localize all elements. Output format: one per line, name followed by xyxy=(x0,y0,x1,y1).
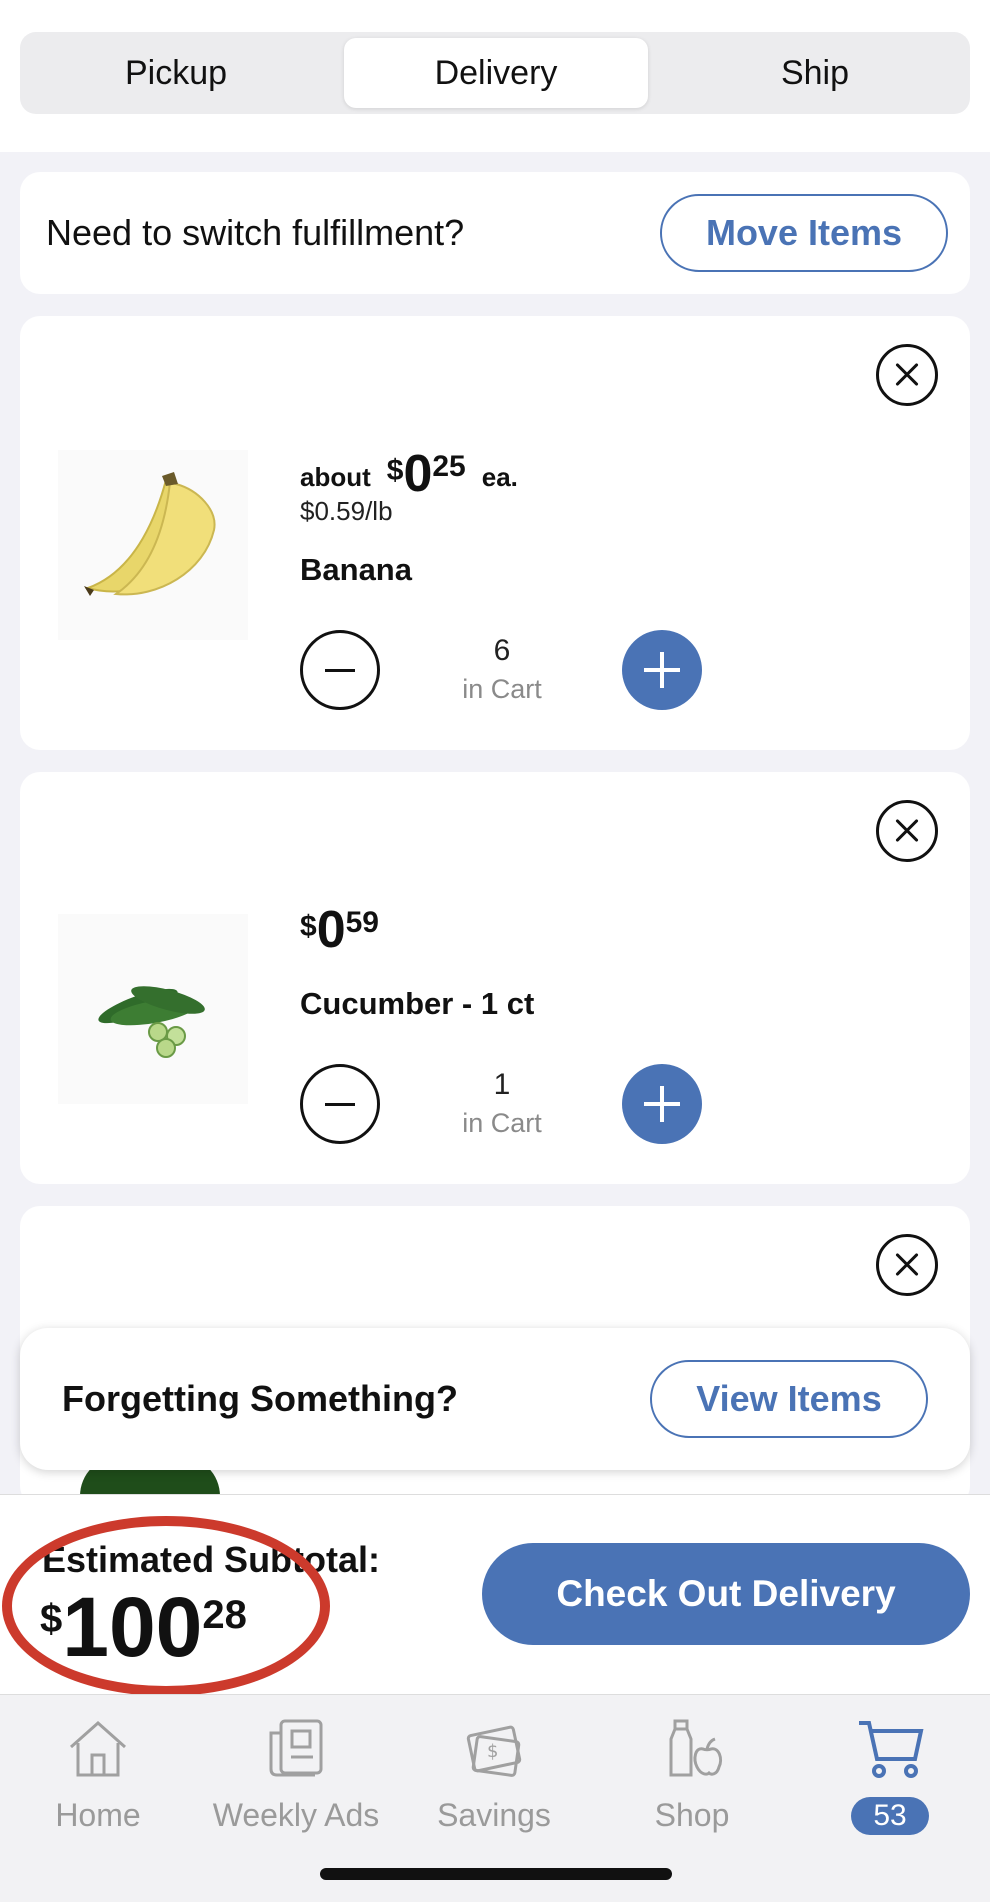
nav-home[interactable]: Home xyxy=(3,1705,193,1835)
svg-text:$: $ xyxy=(487,1741,498,1762)
price-suffix: ea. xyxy=(481,462,518,492)
nav-label: Weekly Ads xyxy=(212,1797,380,1833)
nav-label: Shop xyxy=(654,1797,730,1833)
cucumber-image xyxy=(58,914,248,1104)
view-items-button[interactable]: View Items xyxy=(650,1360,928,1438)
weekly-ads-icon xyxy=(269,1719,323,1777)
tab-delivery[interactable]: Delivery xyxy=(344,38,648,108)
increase-quantity-button[interactable] xyxy=(622,1064,702,1144)
home-icon xyxy=(70,1720,126,1777)
home-indicator xyxy=(320,1868,672,1880)
quantity-value: 6 xyxy=(493,634,511,667)
price-currency: $ xyxy=(386,454,404,487)
tab-ship[interactable]: Ship xyxy=(666,38,964,108)
fulfillment-segmented-control: Pickup Delivery Ship xyxy=(20,32,970,114)
unit-price: $0.59/lb xyxy=(300,496,393,526)
item-price: about $ 0 25 ea. xyxy=(300,448,518,500)
quantity-value: 1 xyxy=(493,1068,511,1101)
nav-savings[interactable]: $ Savings xyxy=(399,1705,589,1835)
increase-quantity-button[interactable] xyxy=(622,630,702,710)
forgetting-something-banner: Forgetting Something? View Items xyxy=(20,1328,970,1470)
quantity-label: in Cart xyxy=(462,674,542,704)
switch-fulfillment-prompt: Need to switch fulfillment? xyxy=(46,212,465,253)
move-items-button[interactable]: Move Items xyxy=(660,194,948,272)
nav-cart[interactable]: 53 xyxy=(795,1705,985,1835)
forgetting-something-text: Forgetting Something? xyxy=(62,1378,458,1419)
item-price: $ 0 59 xyxy=(300,904,379,956)
price-currency: $ xyxy=(300,910,317,943)
remove-item-close-icon[interactable] xyxy=(876,1234,938,1296)
nav-label: Home xyxy=(55,1797,141,1833)
nav-shop[interactable]: Shop xyxy=(597,1705,787,1835)
price-prefix: about xyxy=(300,462,371,492)
price-dollars: 0 xyxy=(403,445,433,503)
quantity-label: in Cart xyxy=(462,1108,542,1138)
nav-label: Savings xyxy=(437,1797,551,1833)
cart-icon xyxy=(859,1721,924,1778)
product-name: Banana xyxy=(300,552,412,587)
product-name: Cucumber - 1 ct xyxy=(300,986,535,1021)
fulfillment-header: Pickup Delivery Ship xyxy=(0,0,990,152)
savings-icon: $ xyxy=(466,1725,522,1777)
check-out-delivery-button[interactable]: Check Out Delivery xyxy=(482,1543,970,1645)
decrease-quantity-button[interactable] xyxy=(300,630,380,710)
cart-item-card: about $ 0 25 ea. $0.59/lb Banana 6 in Ca… xyxy=(20,316,970,750)
switch-fulfillment-card: Need to switch fulfillment? Move Items xyxy=(20,172,970,294)
nav-weekly-ads[interactable]: Weekly Ads xyxy=(201,1705,391,1835)
decrease-quantity-button[interactable] xyxy=(300,1064,380,1144)
banana-image xyxy=(58,450,248,640)
cart-item-card: $ 0 59 Cucumber - 1 ct 1 in Cart xyxy=(20,772,970,1184)
price-dollars: 0 xyxy=(316,901,346,959)
remove-item-close-icon[interactable] xyxy=(876,344,938,406)
cart-count-badge: 53 xyxy=(851,1797,929,1835)
shop-icon xyxy=(669,1719,723,1777)
tab-pickup[interactable]: Pickup xyxy=(26,38,326,108)
price-cents: 25 xyxy=(432,450,466,483)
remove-item-close-icon[interactable] xyxy=(876,800,938,862)
subtotal-highlight-annotation xyxy=(2,1516,330,1696)
price-cents: 59 xyxy=(345,906,379,939)
